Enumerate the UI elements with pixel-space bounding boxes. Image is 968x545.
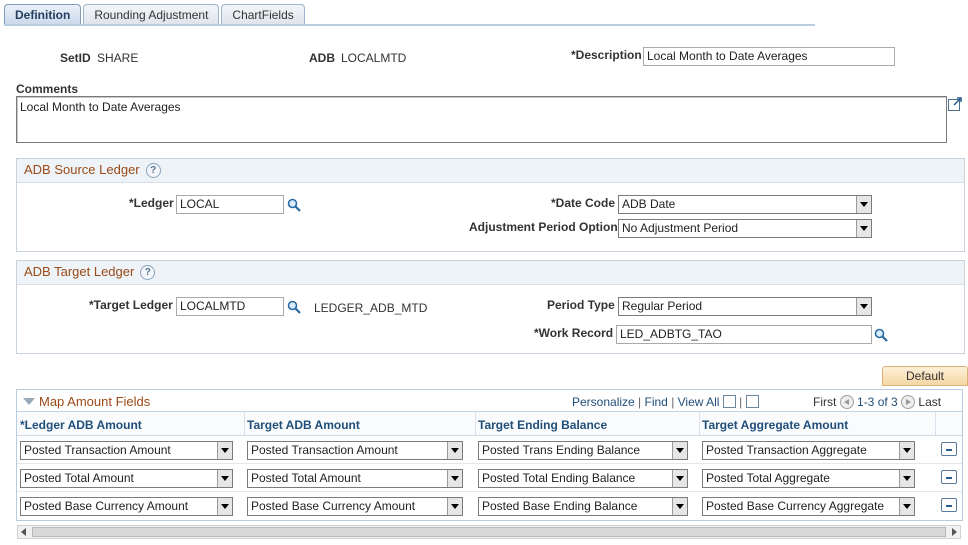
column-header-target-ending-balance[interactable]: Target Ending Balance <box>478 418 607 432</box>
ledger-adb-amount-select[interactable]: Posted Total Amount <box>20 469 233 488</box>
collapse-triangle-icon[interactable] <box>23 398 35 405</box>
chevron-down-icon[interactable] <box>217 442 232 459</box>
chevron-down-icon[interactable] <box>672 498 687 515</box>
row-range: 1-3 of 3 <box>857 395 898 409</box>
chevron-down-icon[interactable] <box>856 220 871 237</box>
chevron-down-icon[interactable] <box>217 498 232 515</box>
new-window-icon[interactable] <box>722 395 736 408</box>
scroll-left-arrow-icon[interactable] <box>21 528 26 536</box>
default-button[interactable]: Default <box>882 366 968 386</box>
source-ledger-header: ADB Source Ledger? <box>17 159 964 183</box>
grid-title[interactable]: Map Amount Fields <box>23 394 150 409</box>
setid-label: SetID <box>60 51 91 65</box>
adb-label: ADB <box>309 51 335 65</box>
grid-pager: First 1-3 of 3 Last <box>813 395 941 409</box>
target-aggregate-amount-select[interactable]: Posted Transaction Aggregate <box>702 441 915 460</box>
chevron-down-icon[interactable] <box>672 470 687 487</box>
source-ledger-title: ADB Source Ledger <box>24 162 140 177</box>
target-ledger-description: LEDGER_ADB_MTD <box>314 301 428 315</box>
target-adb-amount-select[interactable]: Posted Base Currency Amount <box>247 497 463 516</box>
target-ledger-header: ADB Target Ledger? <box>17 261 964 285</box>
tab-bar: Definition Rounding Adjustment ChartFiel… <box>4 4 307 26</box>
column-header-ledger-adb-amount[interactable]: *Ledger ADB Amount <box>20 418 142 432</box>
grid-title-text: Map Amount Fields <box>39 394 151 409</box>
chevron-down-icon[interactable] <box>856 298 871 315</box>
chevron-down-icon[interactable] <box>447 442 462 459</box>
setid-value: SHARE <box>97 51 139 65</box>
date-code-value: ADB Date <box>622 197 676 211</box>
scrollbar-thumb[interactable] <box>32 527 946 537</box>
period-type-label: Period Type <box>547 298 615 312</box>
ledger-lookup-search-icon[interactable] <box>287 198 301 215</box>
chevron-down-icon[interactable] <box>856 196 871 213</box>
work-record-lookup-search-icon[interactable] <box>874 328 888 345</box>
comments-label: Comments <box>16 82 79 96</box>
description-label: *Description <box>571 48 642 62</box>
last-label[interactable]: Last <box>918 395 941 409</box>
period-type-value: Regular Period <box>622 299 703 313</box>
tab-chartfields[interactable]: ChartFields <box>221 4 305 26</box>
target-adb-amount-select[interactable]: Posted Transaction Amount <box>247 441 463 460</box>
map-amount-fields-grid: Map Amount Fields Personalize | Find | V… <box>16 389 963 521</box>
horizontal-scrollbar[interactable] <box>17 525 961 539</box>
help-icon[interactable]: ? <box>140 265 156 281</box>
adjustment-period-select[interactable]: No Adjustment Period <box>618 219 872 238</box>
tab-underline <box>4 24 815 26</box>
target-ledger-title: ADB Target Ledger <box>24 264 135 279</box>
expand-comments-icon[interactable] <box>948 97 963 114</box>
target-ending-balance-select[interactable]: Posted Trans Ending Balance <box>478 441 688 460</box>
personalize-link[interactable]: Personalize <box>572 395 635 409</box>
chevron-down-icon[interactable] <box>447 498 462 515</box>
chevron-down-icon[interactable] <box>672 442 687 459</box>
download-grid-icon[interactable] <box>745 395 759 408</box>
first-label[interactable]: First <box>813 395 836 409</box>
find-link[interactable]: Find <box>645 395 668 409</box>
previous-arrow-icon[interactable] <box>839 395 854 409</box>
description-field[interactable]: Local Month to Date Averages <box>643 47 895 66</box>
target-ledger-label: *Target Ledger <box>89 298 173 312</box>
grid-header: Map Amount Fields Personalize | Find | V… <box>17 390 962 412</box>
view-all-link[interactable]: View All <box>678 395 720 409</box>
ledger-field[interactable]: LOCAL <box>176 195 284 214</box>
scroll-right-arrow-icon[interactable] <box>952 528 957 536</box>
chevron-down-icon[interactable] <box>217 470 232 487</box>
target-aggregate-amount-select[interactable]: Posted Total Aggregate <box>702 469 915 488</box>
target-aggregate-amount-select[interactable]: Posted Base Currency Aggregate <box>702 497 915 516</box>
adb-value: LOCALMTD <box>341 51 407 65</box>
column-header-target-aggregate-amount[interactable]: Target Aggregate Amount <box>702 418 848 432</box>
grid-navigation: Personalize | Find | View All | <box>572 395 759 409</box>
period-type-select[interactable]: Regular Period <box>618 297 872 316</box>
chevron-down-icon[interactable] <box>899 470 914 487</box>
ledger-adb-amount-select[interactable]: Posted Transaction Amount <box>20 441 233 460</box>
table-row: Posted Total Amount Posted Total Amount … <box>17 464 962 492</box>
date-code-label: *Date Code <box>551 196 616 210</box>
ledger-adb-amount-select[interactable]: Posted Base Currency Amount <box>20 497 233 516</box>
help-icon[interactable]: ? <box>145 163 161 179</box>
adjustment-period-value: No Adjustment Period <box>622 221 739 235</box>
column-header-target-adb-amount[interactable]: Target ADB Amount <box>247 418 360 432</box>
target-ledger-field[interactable]: LOCALMTD <box>176 297 284 316</box>
delete-row-minus-icon[interactable] <box>941 498 957 512</box>
comments-textarea[interactable]: Local Month to Date Averages <box>16 96 947 143</box>
target-ending-balance-select[interactable]: Posted Base Ending Balance <box>478 497 688 516</box>
table-row: Posted Transaction Amount Posted Transac… <box>17 436 962 464</box>
date-code-select[interactable]: ADB Date <box>618 195 872 214</box>
chevron-down-icon[interactable] <box>447 470 462 487</box>
delete-row-minus-icon[interactable] <box>941 470 957 484</box>
work-record-label: *Work Record <box>534 326 614 340</box>
target-ledger-lookup-search-icon[interactable] <box>287 300 301 317</box>
table-row: Posted Base Currency Amount Posted Base … <box>17 492 962 520</box>
work-record-field[interactable]: LED_ADBTG_TAO <box>616 325 872 344</box>
next-arrow-icon[interactable] <box>901 395 916 409</box>
delete-row-minus-icon[interactable] <box>941 442 957 456</box>
chevron-down-icon[interactable] <box>899 442 914 459</box>
chevron-down-icon[interactable] <box>899 498 914 515</box>
adjustment-period-label: Adjustment Period Option <box>469 220 618 234</box>
target-ending-balance-select[interactable]: Posted Total Ending Balance <box>478 469 688 488</box>
ledger-label: *Ledger <box>129 196 174 210</box>
tab-definition[interactable]: Definition <box>4 4 82 26</box>
tab-rounding-adjustment[interactable]: Rounding Adjustment <box>83 4 220 26</box>
target-adb-amount-select[interactable]: Posted Total Amount <box>247 469 463 488</box>
grid-column-headers: *Ledger ADB Amount Target ADB Amount Tar… <box>17 412 962 436</box>
